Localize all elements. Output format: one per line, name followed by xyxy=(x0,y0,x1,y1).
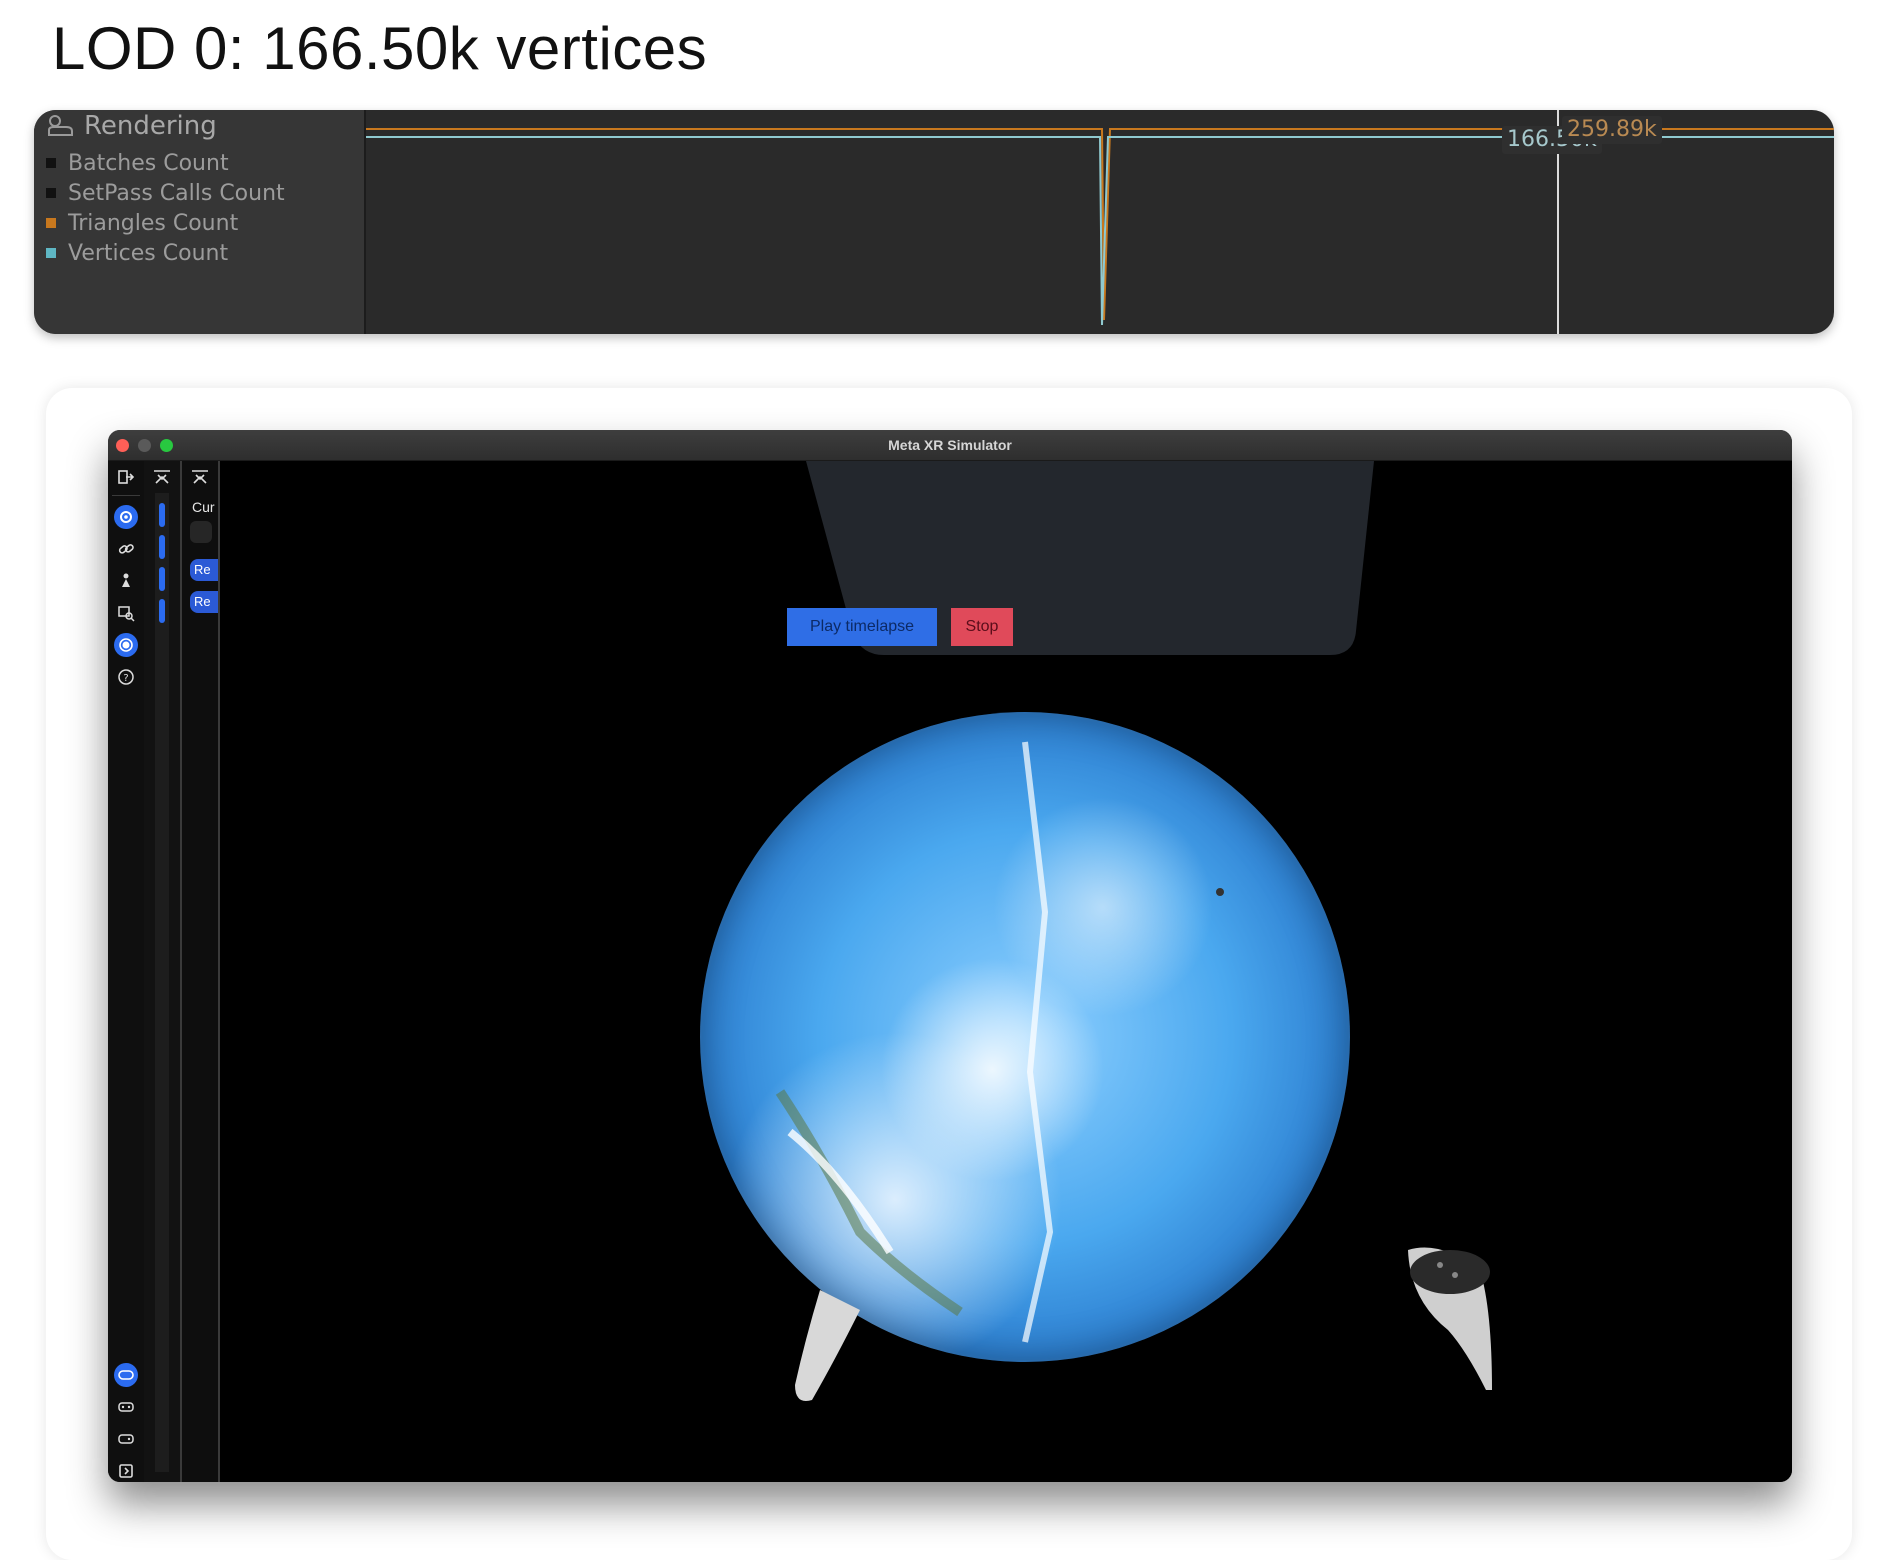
vertices-line xyxy=(366,136,1834,326)
collapse-icon[interactable] xyxy=(188,467,212,487)
panel-marker xyxy=(159,567,165,591)
globe-detail xyxy=(775,741,1224,1343)
legend-label: Vertices Count xyxy=(68,240,229,266)
rendering-icon xyxy=(48,115,73,136)
svg-text:?: ? xyxy=(123,673,128,684)
settings-icon[interactable] xyxy=(114,505,138,529)
profiler-sidebar: Rendering Batches Count SetPass Calls Co… xyxy=(34,110,366,334)
legend-item-triangles[interactable]: Triangles Count xyxy=(46,208,285,238)
help-icon[interactable]: ? xyxy=(114,665,138,689)
panel-marker xyxy=(159,535,165,559)
window-title: Meta XR Simulator xyxy=(888,437,1012,453)
legend-label: SetPass Calls Count xyxy=(68,180,285,206)
legend-swatch xyxy=(46,188,56,198)
controller-left-icon[interactable] xyxy=(114,1395,138,1419)
stop-button[interactable]: Stop xyxy=(951,608,1013,646)
panel-column-partial: Cur Re Re xyxy=(182,461,220,1482)
legend-item-vertices[interactable]: Vertices Count xyxy=(46,238,285,268)
panel-marker xyxy=(159,503,165,527)
panel-toggle[interactable] xyxy=(190,521,212,543)
inspect-icon[interactable] xyxy=(114,601,138,625)
panel-label: Cur xyxy=(192,499,215,515)
panel-marker xyxy=(159,599,165,623)
panel-scroll-track xyxy=(155,493,169,1472)
controller-right-icon[interactable] xyxy=(114,1427,138,1451)
legend-swatch xyxy=(46,248,56,258)
rendering-title: Rendering xyxy=(84,111,217,141)
legend-item-setpass[interactable]: SetPass Calls Count xyxy=(46,178,285,208)
page-heading: LOD 0: 166.50k vertices xyxy=(52,15,708,82)
rendering-header[interactable]: Rendering xyxy=(46,110,217,142)
profiler-graph[interactable]: 166.50k 259.89k xyxy=(366,110,1834,334)
triangles-value-tag: 259.89k xyxy=(1562,116,1662,144)
panel-button-1[interactable]: Re xyxy=(190,559,218,581)
link-icon[interactable] xyxy=(114,537,138,561)
sidebar-toggle-icon[interactable] xyxy=(114,1459,138,1482)
collapse-icon[interactable] xyxy=(150,467,174,487)
profiler-legend: Batches Count SetPass Calls Count Triang… xyxy=(46,148,285,268)
window-titlebar[interactable]: Meta XR Simulator xyxy=(108,430,1792,461)
legend-swatch xyxy=(46,218,56,228)
toolbar-column: ? xyxy=(108,461,145,1482)
legend-swatch xyxy=(46,158,56,168)
headset-icon[interactable] xyxy=(114,1363,138,1387)
exit-icon[interactable] xyxy=(114,465,138,489)
toolbar-divider xyxy=(112,495,140,496)
profiler-panel: Rendering Batches Count SetPass Calls Co… xyxy=(34,110,1834,334)
legend-item-batches[interactable]: Batches Count xyxy=(46,148,285,178)
play-timelapse-button[interactable]: Play timelapse xyxy=(787,608,937,646)
panel-column-collapsed xyxy=(144,461,182,1482)
legend-label: Batches Count xyxy=(68,150,229,176)
panel-button-2[interactable]: Re xyxy=(190,591,218,613)
record-icon[interactable] xyxy=(114,633,138,657)
teleport-icon[interactable] xyxy=(114,569,138,593)
legend-label: Triangles Count xyxy=(68,210,239,236)
